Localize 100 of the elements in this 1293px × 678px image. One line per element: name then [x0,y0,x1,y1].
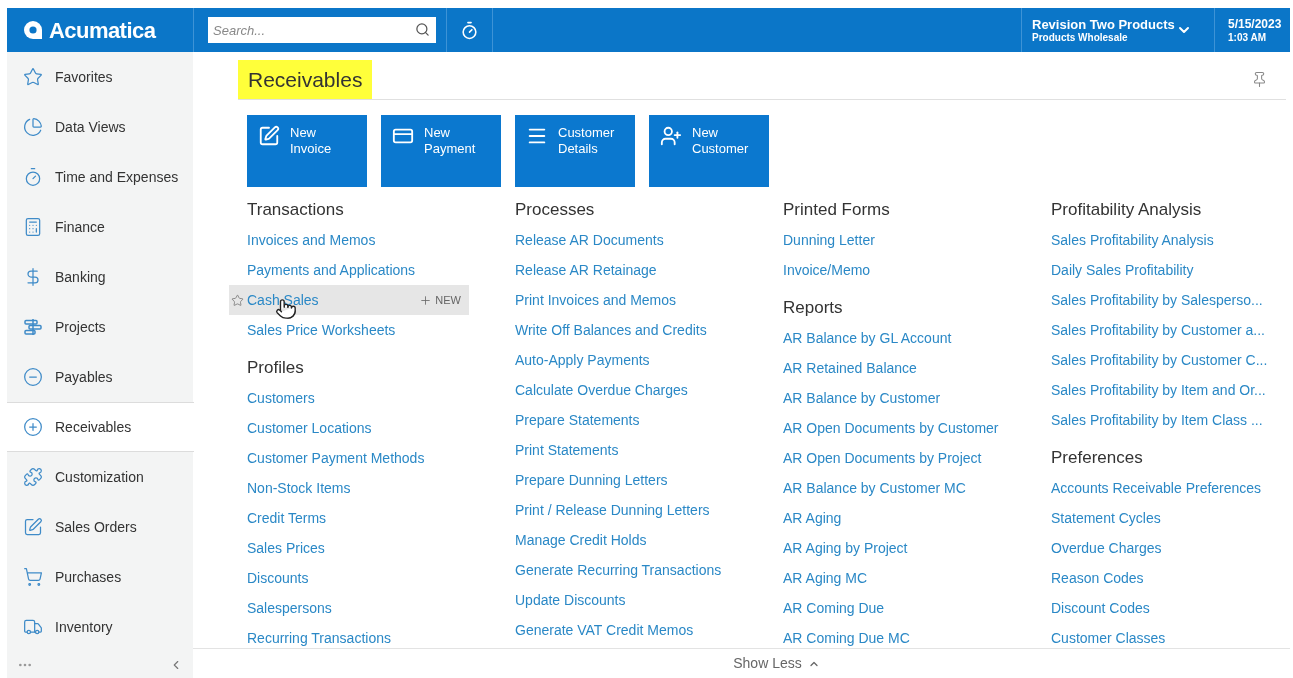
nav-link[interactable]: AR Coming Due [783,597,885,619]
sidebar-item[interactable]: Time and Expenses [7,152,193,202]
nav-link[interactable]: AR Balance by Customer [783,387,941,409]
nav-link[interactable]: Print / Release Dunning Letters [515,499,710,521]
nav-link[interactable]: Invoices and Memos [247,229,376,251]
nav-link[interactable]: Generate Recurring Transactions [515,559,722,581]
new-action-link[interactable]: NEW [419,291,461,309]
section-heading: Reports [783,297,844,320]
nav-link[interactable]: Customer Locations [247,417,372,439]
puzzle-icon [23,467,43,487]
nav-link[interactable]: Sales Price Worksheets [247,319,396,341]
nav-link[interactable]: Discount Codes [1051,597,1150,619]
search-field[interactable]: Search... [208,17,436,43]
pin-icon[interactable] [1251,71,1268,88]
nav-link[interactable]: Calculate Overdue Charges [515,379,688,401]
nav-link[interactable]: Payments and Applications [247,259,416,281]
sidebar-item[interactable]: Payables [7,352,193,402]
nav-link[interactable]: AR Aging [783,507,842,529]
nav-link[interactable]: AR Open Documents by Customer [783,417,999,439]
quick-action-button[interactable]: New Customer [649,115,769,187]
nav-link[interactable]: AR Retained Balance [783,357,917,379]
nav-link[interactable]: Daily Sales Profitability [1051,259,1194,281]
sidebar-item[interactable]: Purchases [7,552,193,602]
nav-link[interactable]: Prepare Dunning Letters [515,469,668,491]
pencil-square-icon [23,517,43,537]
nav-link[interactable]: Statement Cycles [1051,507,1161,529]
sidebar-item[interactable]: Receivables [7,402,194,452]
nav-link[interactable]: Reason Codes [1051,567,1144,589]
nav-link[interactable]: Sales Profitability by Salesperso... [1051,289,1263,311]
show-less-button[interactable]: Show Less [733,653,820,674]
nav-link[interactable]: Sales Profitability by Item Class ... [1051,409,1263,431]
add-user-icon [660,125,682,147]
nav-link[interactable]: AR Balance by GL Account [783,327,952,349]
nav-link[interactable]: Generate VAT Credit Memos [515,619,694,641]
section-heading: Profitability Analysis [1051,199,1203,222]
nav-link[interactable]: Prepare Statements [515,409,640,431]
nav-link[interactable]: Sales Profitability Analysis [1051,229,1214,251]
quick-action-button[interactable]: New Payment [381,115,501,187]
calculator-icon [23,217,43,237]
search-icon[interactable] [415,22,430,37]
company-selector[interactable]: Revision Two Products Products Wholesale [1021,8,1214,52]
section-heading: Profiles [247,357,305,380]
minus-circle-icon [23,367,43,387]
nav-link[interactable]: Invoice/Memo [783,259,871,281]
nav-link[interactable]: Print Invoices and Memos [515,289,677,311]
nav-link[interactable]: Accounts Receivable Preferences [1051,477,1262,499]
nav-link[interactable]: AR Balance by Customer MC [783,477,966,499]
nav-link[interactable]: Update Discounts [515,589,626,611]
sidebar-item[interactable]: Favorites [7,52,193,102]
nav-link[interactable]: Credit Terms [247,507,327,529]
star-icon [23,67,43,87]
nav-link[interactable]: AR Aging MC [783,567,868,589]
nav-link[interactable]: Non-Stock Items [247,477,351,499]
nav-link[interactable]: Manage Credit Holds [515,529,647,551]
nav-link[interactable]: Dunning Letter [783,229,875,251]
nav-link[interactable]: Salespersons [247,597,332,619]
nav-link[interactable]: AR Aging by Project [783,537,908,559]
section-heading: Processes [515,199,596,222]
sidebar-item[interactable]: Data Views [7,102,193,152]
nav-link[interactable]: Auto-Apply Payments [515,349,650,371]
sidebar-item[interactable]: Sales Orders [7,502,193,552]
nav-link[interactable]: Discounts [247,567,309,589]
nav-link[interactable]: Customer Payment Methods [247,447,425,469]
cart-icon [23,567,43,587]
date-time: 5/15/2023 1:03 AM [1214,8,1290,52]
sidebar-item[interactable]: Projects [7,302,193,352]
truck-icon [23,617,43,637]
pie-chart-icon [23,117,43,137]
nav-link[interactable]: Recurring Transactions [247,627,391,649]
section-heading: Printed Forms [783,199,891,222]
pencil-square-icon [258,125,280,147]
logo-icon [23,20,43,40]
section-heading: Preferences [1051,447,1144,470]
favorite-star-icon[interactable] [231,293,244,307]
nav-link[interactable]: Sales Profitability by Customer C... [1051,349,1268,371]
nav-link[interactable]: Release AR Documents [515,229,664,251]
nav-link[interactable]: Release AR Retainage [515,259,657,281]
sidebar-item[interactable]: Finance [7,202,193,252]
plus-circle-icon [23,417,43,437]
nav-link[interactable]: Write Off Balances and Credits [515,319,707,341]
stopwatch-icon [23,167,43,187]
nav-link[interactable]: AR Coming Due MC [783,627,910,649]
quick-action-button[interactable]: New Invoice [247,115,367,187]
nav-link[interactable]: Overdue Charges [1051,537,1162,559]
history-button[interactable] [446,8,493,52]
sidebar-item[interactable]: Customization [7,452,193,502]
nav-link[interactable]: Cash Sales [247,289,319,311]
nav-link[interactable]: Sales Profitability by Item and Or... [1051,379,1266,401]
nav-link[interactable]: Sales Profitability by Customer a... [1051,319,1265,341]
logo-text: Acumatica [49,16,156,45]
nav-link[interactable]: AR Open Documents by Project [783,447,982,469]
nav-link[interactable]: Print Statements [515,439,619,461]
sidebar-item[interactable]: Inventory [7,602,193,652]
sidebar-item[interactable]: Banking [7,252,193,302]
page-title: Receivables [238,60,373,99]
nav-link[interactable]: Sales Prices [247,537,325,559]
quick-action-button[interactable]: Customer Details [515,115,635,187]
nav-link[interactable]: Customer Classes [1051,627,1166,649]
plus-icon [419,293,433,307]
nav-link[interactable]: Customers [247,387,315,409]
